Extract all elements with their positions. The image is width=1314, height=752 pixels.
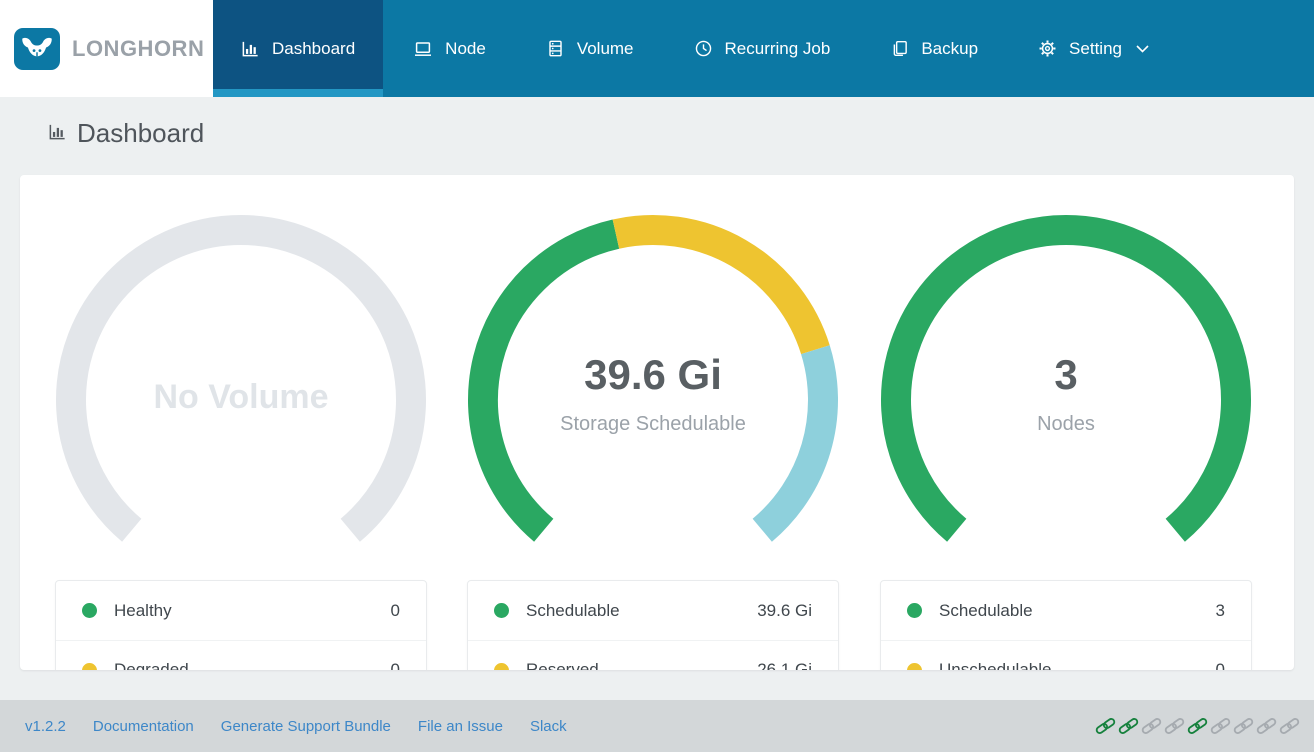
nav-item-node[interactable]: Node (383, 0, 516, 97)
chain-link-icon (1118, 718, 1139, 734)
bar-chart-icon (241, 39, 260, 58)
nodes-gauge-section: 3 Nodes Schedulable 3 Unschedulable 0 (880, 175, 1252, 670)
longhorn-bull-icon (14, 27, 60, 70)
nav-item-volume[interactable]: Volume (516, 0, 664, 97)
legend-row: Unschedulable 0 (881, 640, 1251, 670)
footer-links: v1.2.2 Documentation Generate Support Bun… (25, 718, 567, 735)
storage-gauge-section: 39.6 Gi Storage Schedulable Schedulable 3… (467, 175, 839, 670)
nav-item-label: Dashboard (272, 38, 356, 58)
legend-dot-icon (494, 603, 509, 618)
chain-link-icon (1233, 718, 1254, 734)
footer-link[interactable]: Slack (530, 718, 567, 735)
gauge-center-label: Nodes (1037, 413, 1095, 435)
nav-item-label: Volume (576, 38, 634, 58)
brand-logo[interactable]: LONGHORN (0, 0, 213, 97)
chain-link-icon (1141, 718, 1162, 734)
nav-item-setting[interactable]: Setting (1008, 0, 1179, 97)
clock-icon (694, 39, 713, 58)
legend-dot-icon (907, 603, 922, 618)
legend-value: 0 (1215, 660, 1225, 670)
legend-dot-icon (907, 662, 922, 670)
bar-chart-icon (48, 122, 67, 146)
legend-label: Healthy (114, 600, 172, 620)
footer-bar: v1.2.2 Documentation Generate Support Bun… (0, 700, 1314, 752)
page-title-row: Dashboard (48, 118, 204, 149)
chain-link-icon (1279, 718, 1300, 734)
legend-value: 0 (390, 660, 400, 670)
legend-label: Schedulable (939, 600, 1033, 620)
nav-item-label: Setting (1069, 38, 1122, 58)
chain-link-icon (1164, 718, 1185, 734)
gear-icon (1038, 39, 1057, 58)
legend-label: Degraded (114, 660, 189, 670)
legend-value: 26.1 Gi (757, 660, 812, 670)
page-title: Dashboard (77, 118, 205, 148)
nav-item-label: Node (445, 38, 486, 58)
legend-label: Reserved (526, 660, 599, 670)
nodes-legend-card: Schedulable 3 Unschedulable 0 (880, 580, 1252, 670)
volume-legend-card: Healthy 0 Degraded 0 (55, 580, 427, 670)
chain-link-icon (1187, 718, 1208, 734)
laptop-icon (413, 39, 433, 59)
nav-item-label: Backup (921, 38, 979, 58)
gauge-center-value: 3 (1054, 351, 1078, 398)
database-icon (546, 39, 565, 58)
footer-link[interactable]: File an Issue (418, 718, 503, 735)
top-navbar: LONGHORN Dashboard Node Volume Recurring… (0, 0, 1314, 97)
chain-link-icon (1256, 718, 1277, 734)
legend-row: Reserved 26.1 Gi (468, 640, 838, 670)
footer-link[interactable]: Generate Support Bundle (221, 718, 391, 735)
brand-name: LONGHORN (72, 35, 205, 61)
footer-link[interactable]: Documentation (93, 718, 194, 735)
nav-item-label: Recurring Job (724, 38, 831, 58)
copy-icon (890, 39, 909, 58)
nav-item-dashboard[interactable]: Dashboard (213, 0, 384, 97)
gauge-center-value: 39.6 Gi (584, 351, 722, 398)
gauge-center-text: No Volume (153, 378, 329, 416)
legend-row: Degraded 0 (56, 640, 426, 670)
gauge-segment-reserved (612, 215, 830, 355)
gauge-center-label: Storage Schedulable (560, 413, 746, 435)
legend-label: Schedulable (526, 600, 620, 620)
legend-row: Schedulable 39.6 Gi (468, 581, 838, 640)
volume-gauge-section: No Volume Healthy 0 Degraded 0 (55, 175, 427, 670)
chain-status-icons (1095, 715, 1300, 737)
legend-dot-icon (494, 662, 509, 670)
legend-row: Schedulable 3 (881, 581, 1251, 640)
legend-dot-icon (82, 662, 97, 670)
legend-value: 0 (390, 600, 400, 620)
legend-value: 3 (1215, 600, 1225, 620)
nav-item-recurring-job[interactable]: Recurring Job (664, 0, 861, 97)
legend-row: Healthy 0 (56, 581, 426, 640)
legend-value: 39.6 Gi (757, 600, 812, 620)
version-label[interactable]: v1.2.2 (25, 718, 66, 735)
storage-legend-card: Schedulable 39.6 Gi Reserved 26.1 Gi (467, 580, 839, 670)
legend-label: Unschedulable (939, 660, 1052, 670)
legend-dot-icon (82, 603, 97, 618)
chain-link-icon (1210, 718, 1231, 734)
dashboard-panel: No Volume Healthy 0 Degraded 0 39.6 Gi Stor… (20, 175, 1294, 670)
nav-item-backup[interactable]: Backup (860, 0, 1008, 97)
chevron-down-icon (1136, 44, 1149, 53)
main-nav: Dashboard Node Volume Recurring Job Back… (213, 0, 1314, 97)
chain-link-icon (1095, 718, 1116, 734)
